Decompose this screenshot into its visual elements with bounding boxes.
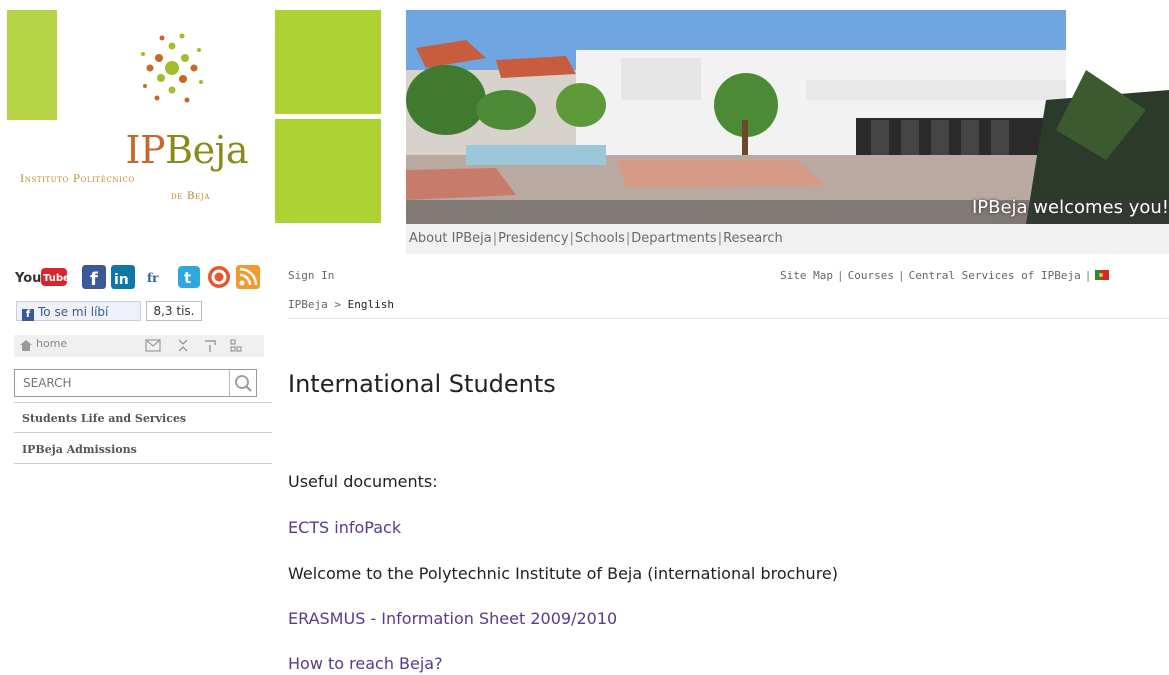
breadcrumb-current: English	[347, 298, 394, 311]
svg-text:fr: fr	[147, 271, 159, 285]
print-icon[interactable]	[203, 338, 217, 353]
circle-icon[interactable]	[207, 265, 231, 289]
central-services-link[interactable]: Central Services of IPBeja	[909, 269, 1081, 282]
logo-green-block	[7, 10, 57, 120]
nav-research[interactable]: Research	[723, 231, 783, 246]
svg-text:You: You	[14, 271, 41, 286]
collapse-icon[interactable]	[176, 338, 190, 353]
nav-about[interactable]: About IPBeja	[409, 231, 492, 246]
svg-text:t: t	[184, 269, 191, 287]
facebook-like-button[interactable]: f To se mi líbí	[16, 301, 141, 321]
home-link[interactable]: home	[36, 337, 67, 350]
twitter-icon[interactable]: t	[178, 265, 200, 289]
rss-icon[interactable]	[236, 265, 260, 289]
how-to-reach-link[interactable]: How to reach Beja?	[288, 654, 443, 673]
nav-departments[interactable]: Departments	[631, 231, 716, 246]
logo-dots-icon	[141, 33, 203, 103]
sign-in-link[interactable]: Sign In	[288, 269, 334, 282]
documents-intro: Useful documents:	[288, 472, 438, 491]
site-map-link[interactable]: Site Map	[780, 269, 833, 282]
banner-caption: IPBeja welcomes you!	[971, 197, 1169, 218]
facebook-icon[interactable]: f	[82, 265, 106, 289]
utility-separator: |	[897, 269, 905, 282]
top-navigation: About IPBeja|Presidency|Schools|Departme…	[406, 224, 1169, 254]
page-title: International Students	[288, 370, 556, 398]
svg-text:f: f	[90, 269, 98, 289]
youtube-icon[interactable]: You Tube	[14, 265, 68, 289]
linkedin-icon[interactable]: in	[111, 265, 135, 289]
search-box	[14, 369, 257, 397]
utility-separator: |	[836, 269, 844, 282]
svg-text:Tube: Tube	[43, 273, 68, 284]
logo-subtitle-1: Instituto Politécnico	[20, 173, 135, 185]
search-input[interactable]	[15, 370, 229, 396]
nav-presidency[interactable]: Presidency	[498, 231, 568, 246]
logo-title: IPBeja	[125, 128, 249, 172]
search-button[interactable]	[229, 370, 256, 396]
banner-photo	[406, 10, 1169, 224]
fr-icon[interactable]: fr	[146, 265, 164, 289]
search-icon	[235, 375, 252, 392]
nav-schools[interactable]: Schools	[575, 231, 625, 246]
sidebar-divider	[14, 402, 272, 403]
green-square-bottom	[275, 119, 381, 223]
like-count: 8,3 tis.	[146, 301, 202, 321]
like-label: To se mi líbí	[38, 305, 109, 319]
portugal-flag-icon[interactable]	[1095, 270, 1110, 280]
sidebar-item-admissions[interactable]: IPBeja Admissions	[14, 435, 272, 464]
svg-text:in: in	[114, 272, 129, 288]
green-square-top	[275, 10, 381, 114]
breadcrumb: IPBeja > English	[288, 298, 394, 311]
utility-separator: |	[1084, 269, 1092, 282]
logo-subtitle-2: de Beja	[171, 190, 210, 202]
sitemap-icon[interactable]	[229, 338, 243, 353]
breadcrumb-divider	[288, 318, 1169, 319]
international-brochure-text: Welcome to the Polytechnic Institute of …	[288, 564, 838, 583]
ects-infopack-link[interactable]: ECTS infoPack	[288, 518, 401, 537]
breadcrumb-root[interactable]: IPBeja	[288, 298, 328, 311]
home-icon[interactable]	[19, 339, 33, 352]
mail-icon[interactable]	[145, 339, 161, 352]
facebook-small-icon: f	[22, 309, 34, 321]
breadcrumb-separator: >	[334, 298, 341, 311]
sidebar-item-students-life[interactable]: Students Life and Services	[14, 404, 272, 433]
utility-navigation: Site Map | Courses | Central Services of IPB…	[780, 269, 1169, 282]
courses-link[interactable]: Courses	[848, 269, 894, 282]
social-icons-bar: You Tube f in fr t	[14, 265, 264, 291]
erasmus-info-sheet-link[interactable]: ERASMUS - Information Sheet 2009/2010	[288, 609, 617, 628]
